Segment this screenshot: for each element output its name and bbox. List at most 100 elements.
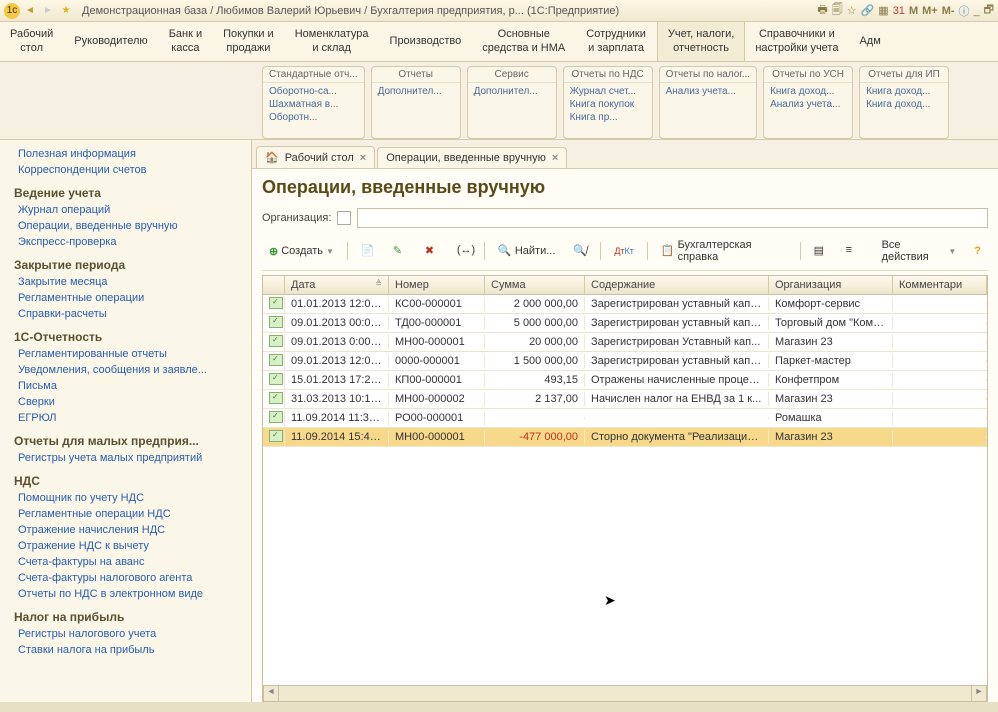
toolbar-link[interactable]: Книга доход...: [770, 85, 846, 98]
copy-button[interactable]: 📄: [354, 241, 382, 261]
table-row[interactable]: 11.09.2014 15:49:55МН00-000001-477 000,0…: [263, 428, 987, 447]
tab[interactable]: 🏠Рабочий стол×: [256, 146, 375, 168]
menu-item[interactable]: Справочники инастройки учета: [745, 22, 849, 61]
help-button[interactable]: ?: [967, 242, 988, 260]
sidebar-link[interactable]: Корреспонденции счетов: [0, 162, 251, 178]
star-icon[interactable]: ☆: [847, 4, 857, 17]
table-row[interactable]: 11.09.2014 11:38:14РО00-000001Ромашка: [263, 409, 987, 428]
table-row[interactable]: 01.01.2013 12:00:00КС00-0000012 000 000,…: [263, 295, 987, 314]
col-sum[interactable]: Сумма: [485, 276, 585, 294]
refresh-button[interactable]: (↔): [450, 241, 478, 261]
create-button[interactable]: ⊕Создать▼: [262, 242, 341, 261]
all-actions-button[interactable]: Все действия▼: [875, 236, 964, 266]
dt-kt-button[interactable]: ДтКт: [607, 243, 641, 259]
close-icon[interactable]: ×: [552, 152, 558, 164]
sidebar-link[interactable]: Помощник по учету НДС: [0, 490, 251, 506]
sidebar-link[interactable]: Экспресс-проверка: [0, 234, 251, 250]
menu-item[interactable]: Адм: [849, 22, 891, 61]
menu-item[interactable]: Покупки ипродажи: [213, 22, 285, 61]
menu-item[interactable]: Банк икасса: [159, 22, 213, 61]
sidebar-link[interactable]: Отражение НДС к вычету: [0, 538, 251, 554]
col-org[interactable]: Организация: [769, 276, 893, 294]
link-icon[interactable]: 🔗: [861, 4, 875, 17]
print-icon[interactable]: 🖶: [817, 1, 827, 20]
menu-item[interactable]: Номенклатураи склад: [285, 22, 380, 61]
sidebar-link[interactable]: Справки-расчеты: [0, 306, 251, 322]
sidebar-link[interactable]: Регистры учета малых предприятий: [0, 450, 251, 466]
sidebar-link[interactable]: Ставки налога на прибыль: [0, 642, 251, 658]
sidebar-link[interactable]: Журнал операций: [0, 202, 251, 218]
sidebar-link[interactable]: Регламентные операции: [0, 290, 251, 306]
m-minus-button[interactable]: M-: [942, 5, 955, 17]
menu-item[interactable]: Сотрудникии зарплата: [576, 22, 657, 61]
sidebar-link[interactable]: Счета-фактуры на аванс: [0, 554, 251, 570]
toolbar-link[interactable]: Шахматная в...: [269, 98, 358, 111]
toolbar-link[interactable]: Книга доход...: [866, 85, 942, 98]
m-button[interactable]: M: [909, 5, 918, 17]
menu-item[interactable]: Руководителю: [64, 22, 158, 61]
org-checkbox[interactable]: [337, 211, 351, 225]
fwd-icon[interactable]: ►: [40, 3, 56, 19]
menu-item[interactable]: Учет, налоги,отчетность: [657, 22, 745, 61]
tab[interactable]: Операции, введенные вручную×: [377, 147, 567, 168]
menu-item[interactable]: Основныесредства и НМА: [472, 22, 576, 61]
table-row[interactable]: 31.03.2013 10:19:29МН00-0000022 137,00На…: [263, 390, 987, 409]
col-number[interactable]: Номер: [389, 276, 485, 294]
min-icon[interactable]: _: [974, 5, 980, 17]
list-button[interactable]: ≡: [839, 241, 867, 261]
fav-icon[interactable]: ★: [58, 3, 74, 19]
edit-button[interactable]: ✎: [386, 241, 414, 261]
col-date[interactable]: Дата≜: [285, 276, 389, 294]
sidebar-link[interactable]: Уведомления, сообщения и заявле...: [0, 362, 251, 378]
toolbar-link[interactable]: Оборотно-са...: [269, 85, 358, 98]
table-row[interactable]: 09.01.2013 00:00:01ТД00-0000015 000 000,…: [263, 314, 987, 333]
m-plus-button[interactable]: M+: [922, 5, 938, 17]
sidebar-link[interactable]: Отражение начисления НДС: [0, 522, 251, 538]
toolbar-link[interactable]: Книга покупок: [570, 98, 646, 111]
calendar-icon[interactable]: 31: [893, 5, 905, 17]
menu-item[interactable]: Рабочийстол: [0, 22, 64, 61]
col-comment[interactable]: Комментари: [893, 276, 987, 294]
toolbar-link[interactable]: Книга пр...: [570, 111, 646, 124]
table-row[interactable]: 15.01.2013 17:29:56КП00-000001493,15Отра…: [263, 371, 987, 390]
sidebar-link[interactable]: Регистры налогового учета: [0, 626, 251, 642]
print2-icon[interactable]: 🗐: [832, 1, 843, 20]
close-icon[interactable]: ×: [360, 152, 366, 164]
toolbar-link[interactable]: Оборотн...: [269, 111, 358, 124]
grid-icon[interactable]: ▦: [878, 4, 888, 17]
toolbar-link[interactable]: Дополнител...: [378, 85, 454, 98]
org-input[interactable]: [357, 208, 988, 228]
buh-spravka-button[interactable]: 📋Бухгалтерская справка: [654, 236, 794, 266]
clear-find-button[interactable]: 🔍̸: [566, 241, 594, 261]
sidebar-link[interactable]: Закрытие месяца: [0, 274, 251, 290]
find-button[interactable]: 🔍Найти...: [491, 241, 563, 261]
col-desc[interactable]: Содержание: [585, 276, 769, 294]
report-button[interactable]: ▤: [807, 241, 835, 261]
sidebar-link[interactable]: Регламентные операции НДС: [0, 506, 251, 522]
col-icon[interactable]: [263, 276, 285, 294]
toolbar-link[interactable]: Дополнител...: [474, 85, 550, 98]
sidebar-link[interactable]: Счета-фактуры налогового агента: [0, 570, 251, 586]
max-icon[interactable]: 🗗: [984, 1, 994, 20]
menu-item[interactable]: Производство: [380, 22, 473, 61]
delete-button[interactable]: ✖: [418, 241, 446, 261]
sidebar-link[interactable]: Отчеты по НДС в электронном виде: [0, 586, 251, 602]
back-icon[interactable]: ◄: [22, 3, 38, 19]
toolbar-link[interactable]: Книга доход...: [866, 98, 942, 111]
toolbar-link[interactable]: Анализ учета...: [666, 85, 750, 98]
toolbar-link[interactable]: Журнал счет...: [570, 85, 646, 98]
grid-body[interactable]: 01.01.2013 12:00:00КС00-0000012 000 000,…: [263, 295, 987, 685]
table-row[interactable]: 09.01.2013 12:00:010000-0000011 500 000,…: [263, 352, 987, 371]
sidebar-link[interactable]: ЕГРЮЛ: [0, 410, 251, 426]
sidebar-link[interactable]: Регламентированные отчеты: [0, 346, 251, 362]
sidebar-link[interactable]: Сверки: [0, 394, 251, 410]
scroll-left-icon[interactable]: ◄: [263, 686, 279, 701]
sidebar-link[interactable]: Операции, введенные вручную: [0, 218, 251, 234]
info-icon[interactable]: ⓘ: [959, 3, 970, 19]
toolbar-link[interactable]: Анализ учета...: [770, 98, 846, 111]
table-row[interactable]: 09.01.2013 0:00:02МН00-00000120 000,00За…: [263, 333, 987, 352]
scroll-right-icon[interactable]: ►: [971, 686, 987, 701]
sidebar-link[interactable]: Полезная информация: [0, 146, 251, 162]
h-scrollbar[interactable]: ◄ ►: [263, 685, 987, 701]
sidebar-link[interactable]: Письма: [0, 378, 251, 394]
